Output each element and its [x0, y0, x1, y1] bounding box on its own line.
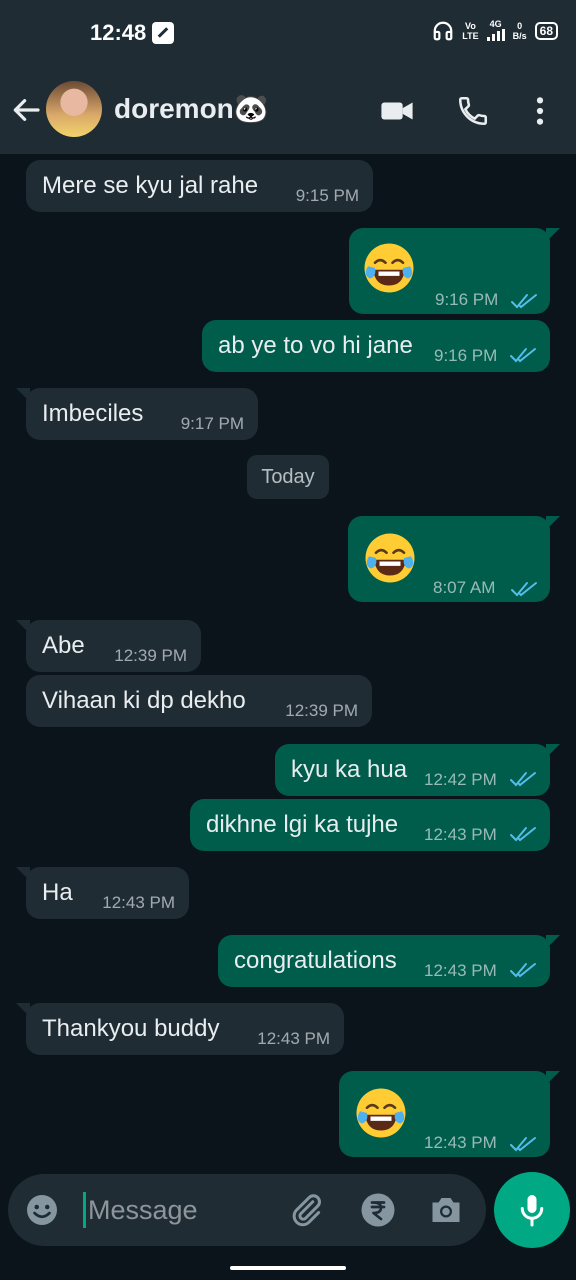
signal-icon	[486, 29, 505, 41]
message-text: ab ye to vo hi jane	[218, 332, 413, 359]
message-text: Ha	[42, 879, 73, 906]
text-cursor	[83, 1192, 86, 1228]
message-time: 12:43 PM	[102, 893, 175, 912]
double-check-icon	[510, 827, 536, 842]
message-input[interactable]	[88, 1190, 278, 1230]
message-text: Thankyou buddy	[42, 1015, 220, 1042]
network-type: Vo LTE	[462, 21, 479, 41]
emoji-icon[interactable]	[24, 1192, 60, 1228]
chat-header: doremon🐼	[0, 66, 576, 154]
message-time: 9:16 PM	[434, 346, 498, 365]
tears-of-joy-emoji-icon	[364, 243, 414, 293]
camera-icon[interactable]	[428, 1192, 464, 1228]
message-outgoing[interactable]: 12:43 PM	[339, 1071, 560, 1157]
headphones-icon	[433, 21, 453, 41]
message-outgoing[interactable]: kyu ka hua 12:42 PM	[275, 744, 560, 796]
status-bar: 12:48 Vo LTE 4G 0 B/s 68	[0, 0, 576, 66]
message-outgoing[interactable]: 8:07 AM	[348, 516, 560, 602]
double-check-icon	[510, 348, 536, 363]
tears-of-joy-emoji-icon	[365, 533, 415, 583]
message-outgoing[interactable]: dikhne lgi ka tujhe 12:43 PM	[190, 799, 550, 851]
video-call-icon[interactable]	[380, 94, 414, 128]
message-text: Imbeciles	[42, 400, 144, 427]
message-time: 12:43 PM	[424, 825, 497, 844]
signal-indicator: 4G	[486, 19, 505, 43]
date-chip: Today	[247, 455, 329, 499]
message-text: Abe	[42, 632, 85, 659]
battery-level: 68	[534, 22, 558, 40]
message-time: 12:43 PM	[424, 961, 497, 980]
double-check-icon	[511, 294, 537, 309]
more-vert-icon[interactable]	[523, 94, 557, 128]
contact-name[interactable]: doremon🐼	[114, 92, 269, 125]
chat-area[interactable]: Mere se kyu jal rahe 9:15 PM 9:16 PM ab …	[0, 154, 576, 1164]
message-incoming[interactable]: Thankyou buddy 12:43 PM	[16, 1003, 344, 1055]
message-incoming[interactable]: Abe 12:39 PM	[16, 620, 201, 672]
message-time: 9:15 PM	[295, 186, 359, 205]
paperclip-icon[interactable]	[288, 1192, 324, 1228]
message-text: dikhne lgi ka tujhe	[206, 811, 399, 838]
gesture-bar[interactable]	[230, 1266, 346, 1270]
double-check-icon	[510, 963, 536, 978]
message-outgoing[interactable]: ab ye to vo hi jane 9:16 PM	[202, 320, 550, 372]
mic-button[interactable]	[494, 1172, 570, 1248]
message-text: congratulations	[234, 947, 397, 974]
message-outgoing[interactable]: 9:16 PM	[349, 228, 560, 314]
status-icons: Vo LTE 4G 0 B/s 68	[432, 18, 558, 44]
tears-of-joy-emoji-icon	[356, 1088, 406, 1138]
double-check-icon	[510, 772, 536, 787]
message-composer	[8, 1174, 486, 1246]
message-time: 12:39 PM	[114, 646, 187, 665]
message-time: 12:43 PM	[257, 1029, 330, 1048]
message-time: 9:16 PM	[435, 290, 499, 309]
message-incoming[interactable]: Mere se kyu jal rahe 9:15 PM	[26, 160, 373, 212]
message-incoming[interactable]: Vihaan ki dp dekho 12:39 PM	[26, 675, 372, 727]
double-check-icon	[510, 1137, 536, 1152]
double-check-icon	[511, 582, 537, 597]
phone-icon[interactable]	[456, 94, 490, 128]
rupee-icon[interactable]	[360, 1192, 396, 1228]
notification-icon	[152, 22, 174, 44]
message-text: Mere se kyu jal rahe	[42, 172, 259, 199]
network-speed: 0 B/s	[512, 21, 527, 41]
message-time: 12:42 PM	[424, 770, 497, 789]
arrow-back-icon[interactable]	[10, 94, 42, 126]
message-incoming[interactable]: Imbeciles 9:17 PM	[16, 388, 258, 440]
message-text: Vihaan ki dp dekho	[42, 687, 246, 714]
message-incoming[interactable]: Ha 12:43 PM	[16, 867, 189, 919]
message-outgoing[interactable]: congratulations 12:43 PM	[218, 935, 560, 987]
message-time: 12:39 PM	[285, 701, 358, 720]
status-time: 12:48	[90, 20, 147, 45]
message-time: 12:43 PM	[424, 1133, 497, 1152]
avatar[interactable]	[46, 81, 102, 137]
message-time: 8:07 AM	[433, 578, 496, 597]
message-time: 9:17 PM	[180, 414, 244, 433]
message-text: kyu ka hua	[291, 756, 408, 783]
mic-icon	[520, 1195, 544, 1227]
